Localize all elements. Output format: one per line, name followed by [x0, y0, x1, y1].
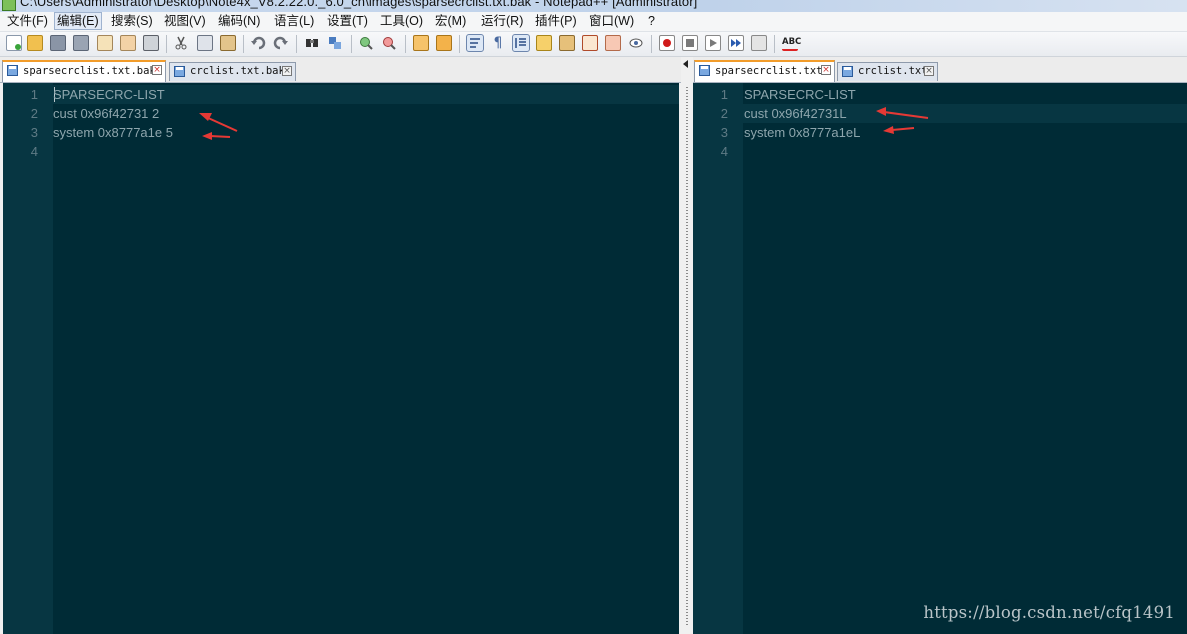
spell-check-icon[interactable]: ABC [782, 35, 801, 51]
print-icon[interactable] [143, 35, 159, 51]
file-saved-icon [174, 66, 185, 77]
toolbar-separator [774, 35, 775, 53]
splitter-arrow-icon[interactable] [683, 60, 688, 68]
toolbar-separator [166, 35, 167, 53]
close-icon[interactable] [97, 35, 113, 51]
record-macro-icon[interactable] [659, 35, 675, 51]
undo-icon[interactable] [250, 35, 266, 51]
toolbar-separator [351, 35, 352, 53]
file-saved-icon [699, 65, 710, 76]
line-number-gutter [3, 83, 53, 634]
find-icon[interactable] [304, 35, 320, 51]
menu-encoding[interactable]: 编码(N) [216, 13, 262, 29]
folder-workspace-icon[interactable] [605, 35, 621, 51]
tab-close-icon[interactable]: × [821, 65, 831, 75]
new-file-icon[interactable] [6, 35, 22, 51]
save-macro-icon[interactable] [751, 35, 767, 51]
zoom-in-icon[interactable] [358, 35, 374, 51]
show-all-chars-icon[interactable]: ¶ [490, 35, 506, 51]
tab-close-icon[interactable]: × [924, 66, 934, 76]
function-list-icon[interactable] [582, 35, 598, 51]
redo-icon[interactable] [273, 35, 289, 51]
left-tab-bar: sparsecrclist.txt.bak × crclist.txt.bak … [0, 57, 681, 83]
indent-guide-icon[interactable] [512, 34, 530, 52]
line-number: 1 [30, 87, 38, 102]
menu-bar: 文件(F) 编辑(E) 搜索(S) 视图(V) 编码(N) 语言(L) 设置(T… [0, 12, 1187, 32]
toolbar-separator [405, 35, 406, 53]
line-number: 2 [30, 106, 38, 121]
tab-label: sparsecrclist.txt [715, 65, 823, 77]
menu-language[interactable]: 语言(L) [272, 13, 316, 29]
code-line[interactable]: SPARSECRC-LIST [53, 85, 165, 104]
sync-horizontal-icon[interactable] [436, 35, 452, 51]
sync-vertical-icon[interactable] [413, 35, 429, 51]
splitter-grip [686, 87, 688, 627]
menu-help[interactable]: ? [646, 13, 657, 29]
toolbar: ¶ ABC [0, 32, 1187, 57]
toolbar-separator [651, 35, 652, 53]
tab-label: crclist.txt.bak [190, 65, 285, 77]
word-wrap-icon[interactable] [466, 34, 484, 52]
menu-run[interactable]: 运行(R) [479, 13, 525, 29]
app-icon [2, 0, 16, 11]
menu-edit[interactable]: 编辑(E) [54, 12, 102, 30]
tab-close-icon[interactable]: × [152, 65, 162, 75]
tab-label: crclist.txt [858, 65, 928, 77]
save-icon[interactable] [50, 35, 66, 51]
line-number-gutter [693, 83, 743, 634]
line-number: 3 [30, 125, 38, 140]
code-line[interactable]: cust 0x96f42731 2 [53, 104, 159, 123]
zoom-out-icon[interactable] [381, 35, 397, 51]
tab-crclist[interactable]: crclist.txt × [837, 62, 938, 81]
code-line[interactable]: cust 0x96f42731L [744, 104, 847, 123]
run-macro-multiple-icon[interactable] [728, 35, 744, 51]
view-splitter[interactable] [681, 57, 693, 634]
menu-tools[interactable]: 工具(O) [378, 13, 425, 29]
save-all-icon[interactable] [73, 35, 89, 51]
doc-map-icon[interactable] [559, 35, 575, 51]
monitor-icon[interactable] [628, 35, 644, 51]
menu-view[interactable]: 视图(V) [162, 13, 208, 29]
menu-window[interactable]: 窗口(W) [587, 13, 636, 29]
menu-plugins[interactable]: 插件(P) [533, 13, 579, 29]
watermark: https://blog.csdn.net/cfq1491 [923, 603, 1175, 622]
tab-sparsecrclist-bak[interactable]: sparsecrclist.txt.bak × [2, 60, 166, 82]
cut-icon[interactable] [173, 35, 189, 51]
stop-record-icon[interactable] [682, 35, 698, 51]
tab-crclist-bak[interactable]: crclist.txt.bak × [169, 62, 296, 81]
toolbar-separator [243, 35, 244, 53]
tab-sparsecrclist[interactable]: sparsecrclist.txt × [694, 60, 835, 82]
copy-icon[interactable] [197, 35, 213, 51]
menu-settings[interactable]: 设置(T) [325, 13, 370, 29]
toolbar-separator [459, 35, 460, 53]
file-saved-icon [842, 66, 853, 77]
tab-close-icon[interactable]: × [282, 66, 292, 76]
menu-search[interactable]: 搜索(S) [109, 13, 155, 29]
code-line[interactable]: SPARSECRC-LIST [744, 85, 856, 104]
replace-icon[interactable] [327, 35, 343, 51]
tab-label: sparsecrclist.txt.bak [23, 65, 156, 77]
user-lang-icon[interactable] [536, 35, 552, 51]
line-number: 1 [720, 87, 728, 102]
line-number: 2 [720, 106, 728, 121]
line-number: 4 [720, 144, 728, 159]
menu-file[interactable]: 文件(F) [5, 13, 50, 29]
line-number: 3 [720, 125, 728, 140]
title-bar: C:\Users\Administrator\Desktop\Note4x_V8… [0, 0, 1187, 12]
paste-icon[interactable] [220, 35, 236, 51]
file-saved-icon [7, 65, 18, 76]
code-line[interactable]: system 0x8777a1e 5 [53, 123, 173, 142]
open-file-icon[interactable] [27, 35, 43, 51]
left-editor[interactable]: 1 2 3 4 SPARSECRC-LIST cust 0x96f42731 2… [3, 83, 679, 634]
close-all-icon[interactable] [120, 35, 136, 51]
toolbar-separator [296, 35, 297, 53]
right-editor[interactable]: 1 2 3 4 SPARSECRC-LIST cust 0x96f42731L … [693, 83, 1187, 634]
right-tab-bar: sparsecrclist.txt × crclist.txt × [693, 57, 1187, 83]
play-macro-icon[interactable] [705, 35, 721, 51]
line-number: 4 [30, 144, 38, 159]
menu-macro[interactable]: 宏(M) [433, 13, 468, 29]
code-line[interactable]: system 0x8777a1eL [744, 123, 860, 142]
window-title: C:\Users\Administrator\Desktop\Note4x_V8… [20, 0, 698, 9]
